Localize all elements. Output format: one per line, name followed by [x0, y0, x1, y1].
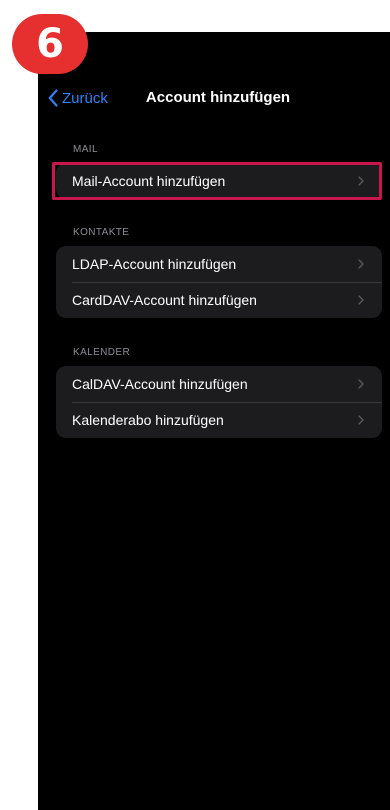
step-number-badge: 6 — [12, 14, 88, 74]
page: 6 Zurück Account hinzufügen MAIL Mail-Ac… — [0, 0, 390, 810]
chevron-right-icon — [358, 259, 364, 269]
section-header-mail: MAIL — [73, 144, 98, 155]
list-item-ldap-account[interactable]: LDAP-Account hinzufügen — [56, 246, 382, 282]
page-title: Account hinzufügen — [145, 89, 291, 106]
group-contacts: LDAP-Account hinzufügen CardDAV-Account … — [56, 246, 382, 318]
list-item-label: Kalenderabo hinzufügen — [72, 412, 224, 428]
navigation-bar: Zurück Account hinzufügen — [38, 80, 390, 116]
chevron-right-icon — [358, 176, 364, 186]
list-item-calendar-subscription[interactable]: Kalenderabo hinzufügen — [56, 402, 382, 438]
list-item-label: CalDAV-Account hinzufügen — [72, 376, 248, 392]
chevron-right-icon — [358, 415, 364, 425]
chevron-right-icon — [358, 379, 364, 389]
section-header-calendar: KALENDER — [73, 347, 131, 358]
list-item-label: CardDAV-Account hinzufügen — [72, 292, 257, 308]
list-item-mail-account[interactable]: Mail-Account hinzufügen — [56, 163, 382, 199]
group-mail: Mail-Account hinzufügen — [56, 163, 382, 199]
list-item-label: Mail-Account hinzufügen — [72, 173, 226, 189]
chevron-right-icon — [358, 295, 364, 305]
list-item-label: LDAP-Account hinzufügen — [72, 256, 237, 272]
section-header-contacts: KONTAKTE — [73, 227, 130, 238]
list-item-caldav-account[interactable]: CalDAV-Account hinzufügen — [56, 366, 382, 402]
group-calendar: CalDAV-Account hinzufügen Kalenderabo hi… — [56, 366, 382, 438]
list-item-carddav-account[interactable]: CardDAV-Account hinzufügen — [56, 282, 382, 318]
